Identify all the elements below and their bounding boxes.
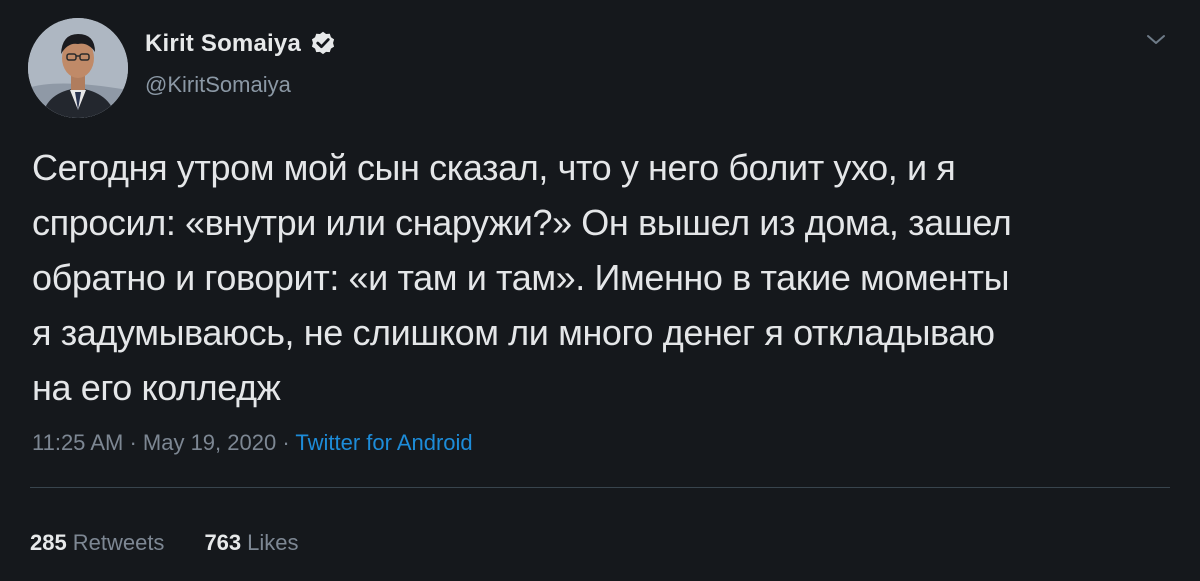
tweet-text-line: обратно и говорит: «и там и там». Именно… <box>32 257 1010 298</box>
tweet-stats: 285 Retweets 763 Likes <box>30 530 299 556</box>
tweet-source-link[interactable]: Twitter for Android <box>295 430 472 455</box>
meta-separator: · <box>123 430 143 455</box>
meta-separator: · <box>276 430 296 455</box>
avatar[interactable] <box>28 18 128 118</box>
retweets-count: 285 <box>30 530 67 555</box>
author-display-name[interactable]: Kirit Somaiya <box>145 30 301 58</box>
tweet-card: Kirit Somaiya @KiritSomaiya Сегодня утро… <box>0 0 1200 581</box>
verified-badge-icon <box>311 31 335 55</box>
likes-label: Likes <box>247 530 299 555</box>
likes-count: 763 <box>204 530 242 555</box>
person-portrait-image <box>28 18 128 118</box>
tweet-date[interactable]: May 19, 2020 <box>143 430 276 455</box>
author-handle[interactable]: @KiritSomaiya <box>145 72 291 98</box>
retweets-label: Retweets <box>72 530 165 555</box>
tweet-time[interactable]: 11:25 AM <box>32 430 123 455</box>
likes-stat[interactable]: 763 Likes <box>204 530 298 556</box>
author-name-row[interactable]: Kirit Somaiya <box>145 30 337 58</box>
tweet-meta: 11:25 AM · May 19, 2020 · Twitter for An… <box>32 430 473 456</box>
chevron-down-icon[interactable] <box>1144 32 1168 48</box>
divider <box>30 487 1170 488</box>
tweet-text-line: Сегодня утром мой сын сказал, что у него… <box>32 147 956 188</box>
tweet-text-line: спросил: «внутри или снаружи?» Он вышел … <box>32 202 1012 243</box>
retweets-stat[interactable]: 285 Retweets <box>30 530 164 556</box>
tweet-text: Сегодня утром мой сын сказал, что у него… <box>32 140 1162 415</box>
tweet-text-line: я задумываюсь, не слишком ли много денег… <box>32 312 995 353</box>
tweet-text-line: на его колледж <box>32 367 281 408</box>
